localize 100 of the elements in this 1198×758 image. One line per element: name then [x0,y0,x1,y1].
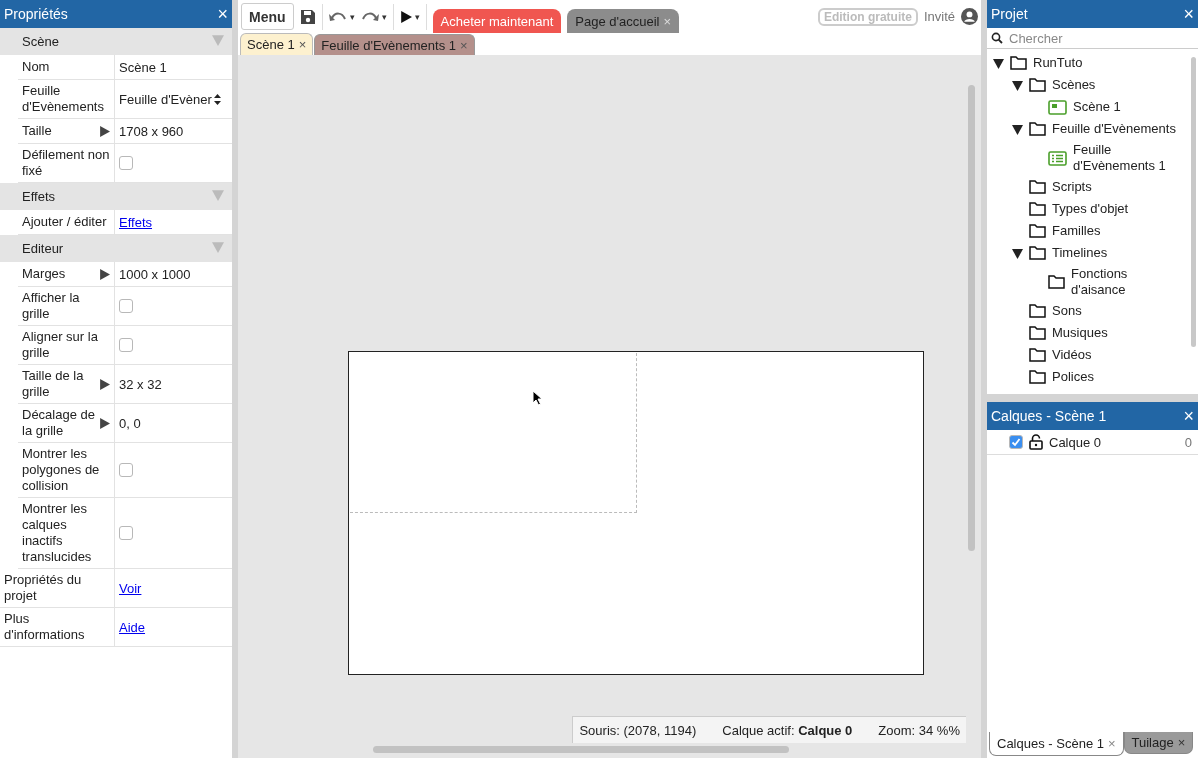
menu-button[interactable]: Menu [241,3,294,30]
property-label: Afficher la grille [22,290,81,322]
folder-icon [1029,224,1046,238]
tree-toggle-icon[interactable] [993,57,1004,69]
tree-item[interactable]: Types d'objet [1052,201,1183,217]
folder-icon [1048,275,1065,289]
mouse-position: Souris: (2078, 1194) [579,722,697,738]
panel-title: Calques - Scène 1 [991,408,1107,424]
editor-tab[interactable]: Scène 1 × [240,33,314,55]
close-button[interactable]: × [1183,3,1194,25]
checkbox[interactable] [119,299,133,313]
property-label: Marges [22,266,66,282]
panel-title: Propriétés [4,6,68,22]
folder-icon [1029,202,1046,216]
layer-name[interactable]: Calque 0 [1049,434,1179,450]
checkbox[interactable] [119,526,133,540]
panel-title: Projet [991,6,1028,22]
property-label: Taille de la grille [22,368,85,400]
folder-icon [1029,370,1046,384]
redo-button[interactable]: ▾ [360,10,387,23]
tree-item[interactable]: Timelines [1052,245,1183,261]
section-title: Editeur [22,241,64,256]
property-label: Montrer les calques inactifs translucides [22,501,93,565]
user-icon[interactable] [961,8,978,25]
tree-item[interactable]: Feuille d'Evènements 1 [1073,142,1185,174]
property-link[interactable]: Effets [119,214,152,230]
property-label: Défilement non fixé [22,147,110,179]
property-label: Plus d'informations [4,611,86,643]
cursor-icon [532,390,543,406]
event-sheet-select[interactable]: Feuille d'Evèner [115,91,221,107]
tree-item[interactable]: Scripts [1052,179,1183,195]
layer-index: 0 [1184,434,1192,450]
scene-icon [1048,99,1067,115]
property-value[interactable]: 32 x 32 [119,376,162,392]
section-header[interactable]: Editeur [0,235,232,262]
property-label: Nom [22,59,50,75]
undo-button[interactable]: ▾ [328,10,355,23]
property-label: Ajouter / éditer [22,214,107,230]
tree-item[interactable]: Scènes [1052,77,1183,93]
scrollbar[interactable] [1191,57,1196,347]
folder-icon [1029,246,1046,260]
scrollbar[interactable] [968,85,975,551]
tree-item[interactable]: Vidéos [1052,347,1183,363]
folder-icon [1029,304,1046,318]
close-button[interactable]: × [217,3,228,25]
header-tab[interactable]: Page d'accueil × [567,9,680,33]
expand-arrow-icon[interactable] [99,125,110,137]
tree-toggle-icon[interactable] [1012,79,1023,91]
property-label: Feuille d'Evènements [22,83,105,115]
folder-icon [1029,180,1046,194]
zoom-level: Zoom: 34 %% [878,722,960,738]
property-link[interactable]: Voir [119,580,142,596]
tree-toggle-icon[interactable] [1012,123,1023,135]
property-link[interactable]: Aide [119,619,146,635]
expand-arrow-icon[interactable] [99,417,110,429]
section-header[interactable]: Effets [0,183,232,210]
section-header[interactable]: Scène [0,28,232,55]
scrollbar[interactable] [373,746,789,753]
property-value[interactable]: 1000 x 1000 [119,266,191,282]
tree-item[interactable]: Musiques [1052,325,1183,341]
tree-toggle-icon[interactable] [1012,247,1023,259]
panel-tab[interactable]: Calques - Scène 1 × [989,732,1124,756]
folder-icon [1029,78,1046,92]
event-sheet-icon [1048,150,1067,166]
user-name: Invité [923,9,955,24]
tree-item[interactable]: Feuille d'Evènements [1052,121,1183,137]
folder-icon [1029,348,1046,362]
tree-item[interactable]: Fonctions d'aisance [1071,266,1183,298]
property-label: Montrer les polygones de collision [22,446,101,494]
updown-arrows-icon [213,93,221,105]
property-value[interactable]: 0, 0 [119,415,141,431]
checkbox[interactable] [119,156,133,170]
folder-icon [1029,326,1046,340]
tree-item[interactable]: RunTuto [1033,55,1183,71]
search-icon [991,32,1003,44]
save-icon[interactable] [299,8,316,25]
edition-badge: Edition gratuite [817,7,918,26]
property-label: Aligner sur la grille [22,329,99,361]
property-value[interactable]: Scène 1 [119,59,167,75]
property-value[interactable]: 1708 x 960 [119,123,184,139]
tree-item[interactable]: Sons [1052,303,1183,319]
tree-item[interactable]: Familles [1052,223,1183,239]
folder-icon [1029,122,1046,136]
tree-item[interactable]: Polices [1052,369,1183,385]
expand-arrow-icon[interactable] [99,268,110,280]
active-layer: Calque actif: Calque 0 [722,722,853,738]
panel-tab[interactable]: Tuilage × [1123,732,1194,754]
folder-icon [1010,56,1027,70]
unlocked-lock-icon[interactable] [1029,434,1043,450]
property-label: Taille [22,123,52,139]
visibility-checkbox[interactable] [1009,435,1023,449]
section-title: Effets [22,189,55,204]
editor-tab[interactable]: Feuille d'Evènements 1 × [314,34,475,55]
property-label: Décalage de la grille [22,407,96,439]
close-button[interactable]: × [1183,405,1194,427]
checkbox[interactable] [119,338,133,352]
checkbox[interactable] [119,463,133,477]
expand-arrow-icon[interactable] [99,378,110,390]
tree-item[interactable]: Scène 1 [1073,99,1185,115]
section-title: Scène [22,34,59,49]
